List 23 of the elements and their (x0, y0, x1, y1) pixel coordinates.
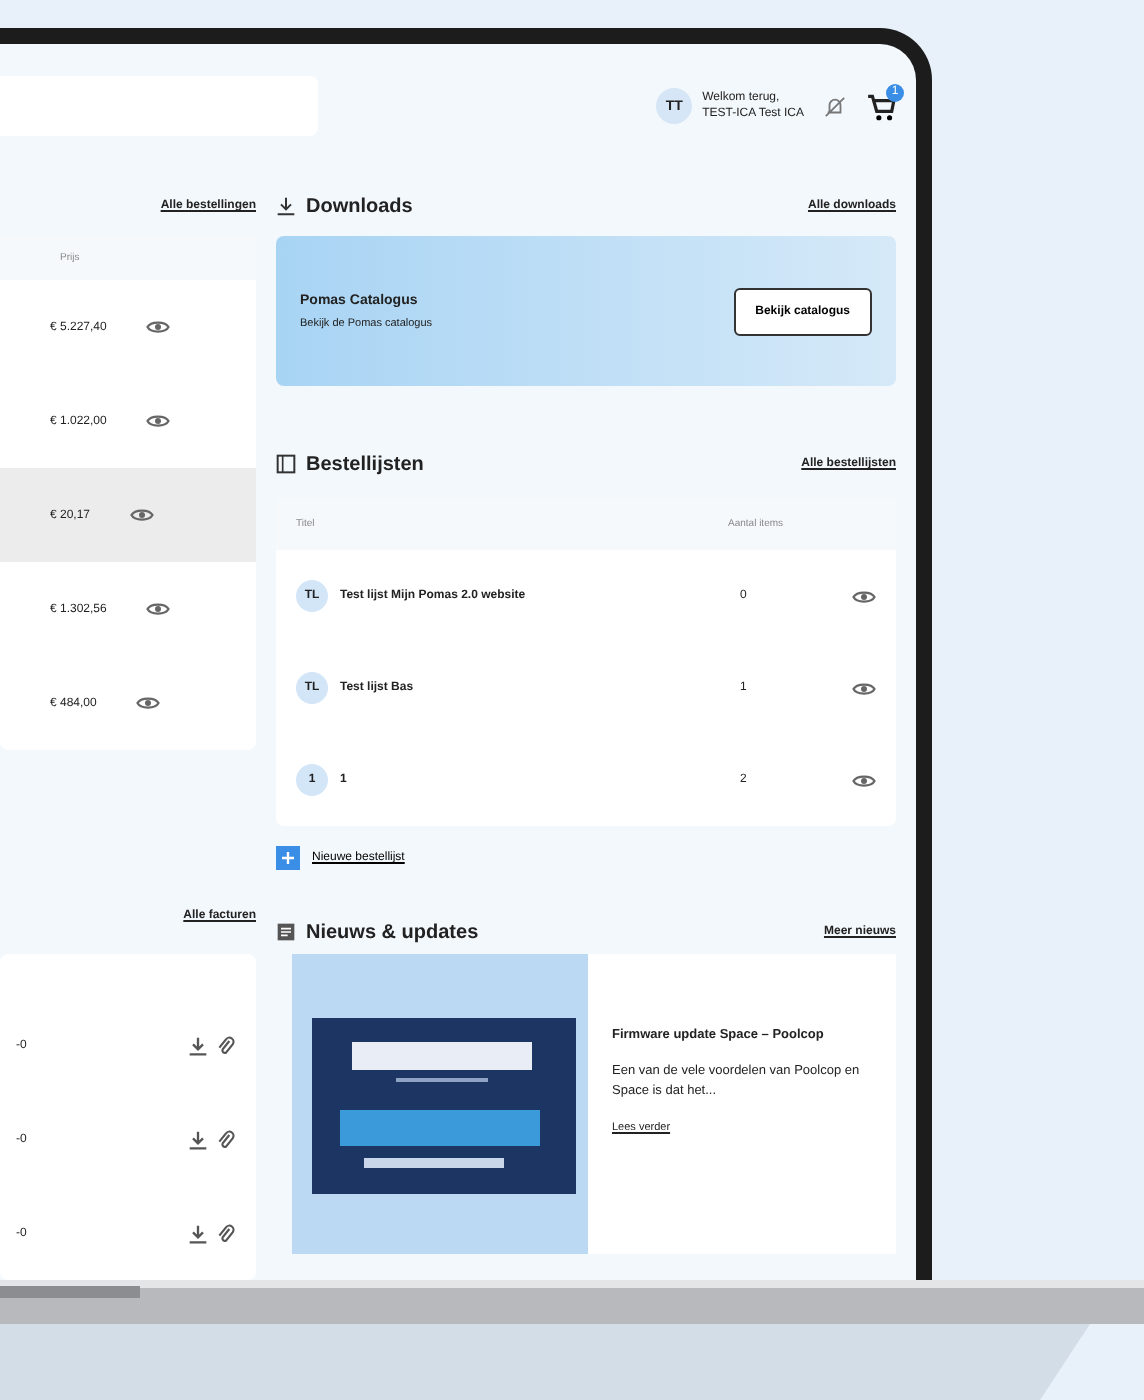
list-icon (276, 454, 296, 474)
eye-icon[interactable] (136, 694, 161, 712)
eye-icon[interactable] (146, 318, 171, 336)
section-title: Downloads (306, 195, 413, 217)
download-icon[interactable] (188, 1223, 208, 1243)
paperclip-icon[interactable] (216, 1223, 236, 1243)
section-title: Bestellijsten (306, 453, 424, 475)
section-title: Nieuws & updates (306, 921, 479, 943)
download-icon[interactable] (188, 1035, 208, 1055)
download-icon (276, 196, 296, 216)
paperclip-icon[interactable] (216, 1129, 236, 1149)
eye-icon[interactable] (130, 506, 155, 524)
download-icon[interactable] (188, 1129, 208, 1149)
eye-icon[interactable] (852, 771, 876, 789)
eye-icon[interactable] (146, 600, 171, 618)
plus-icon (276, 846, 300, 870)
bell-off-icon[interactable] (824, 95, 846, 117)
eye-icon[interactable] (852, 587, 876, 605)
paperclip-icon[interactable] (216, 1035, 236, 1055)
eye-icon[interactable] (852, 679, 876, 697)
cart-icon[interactable] (866, 91, 896, 121)
news-icon (276, 922, 296, 942)
eye-icon[interactable] (146, 412, 171, 430)
